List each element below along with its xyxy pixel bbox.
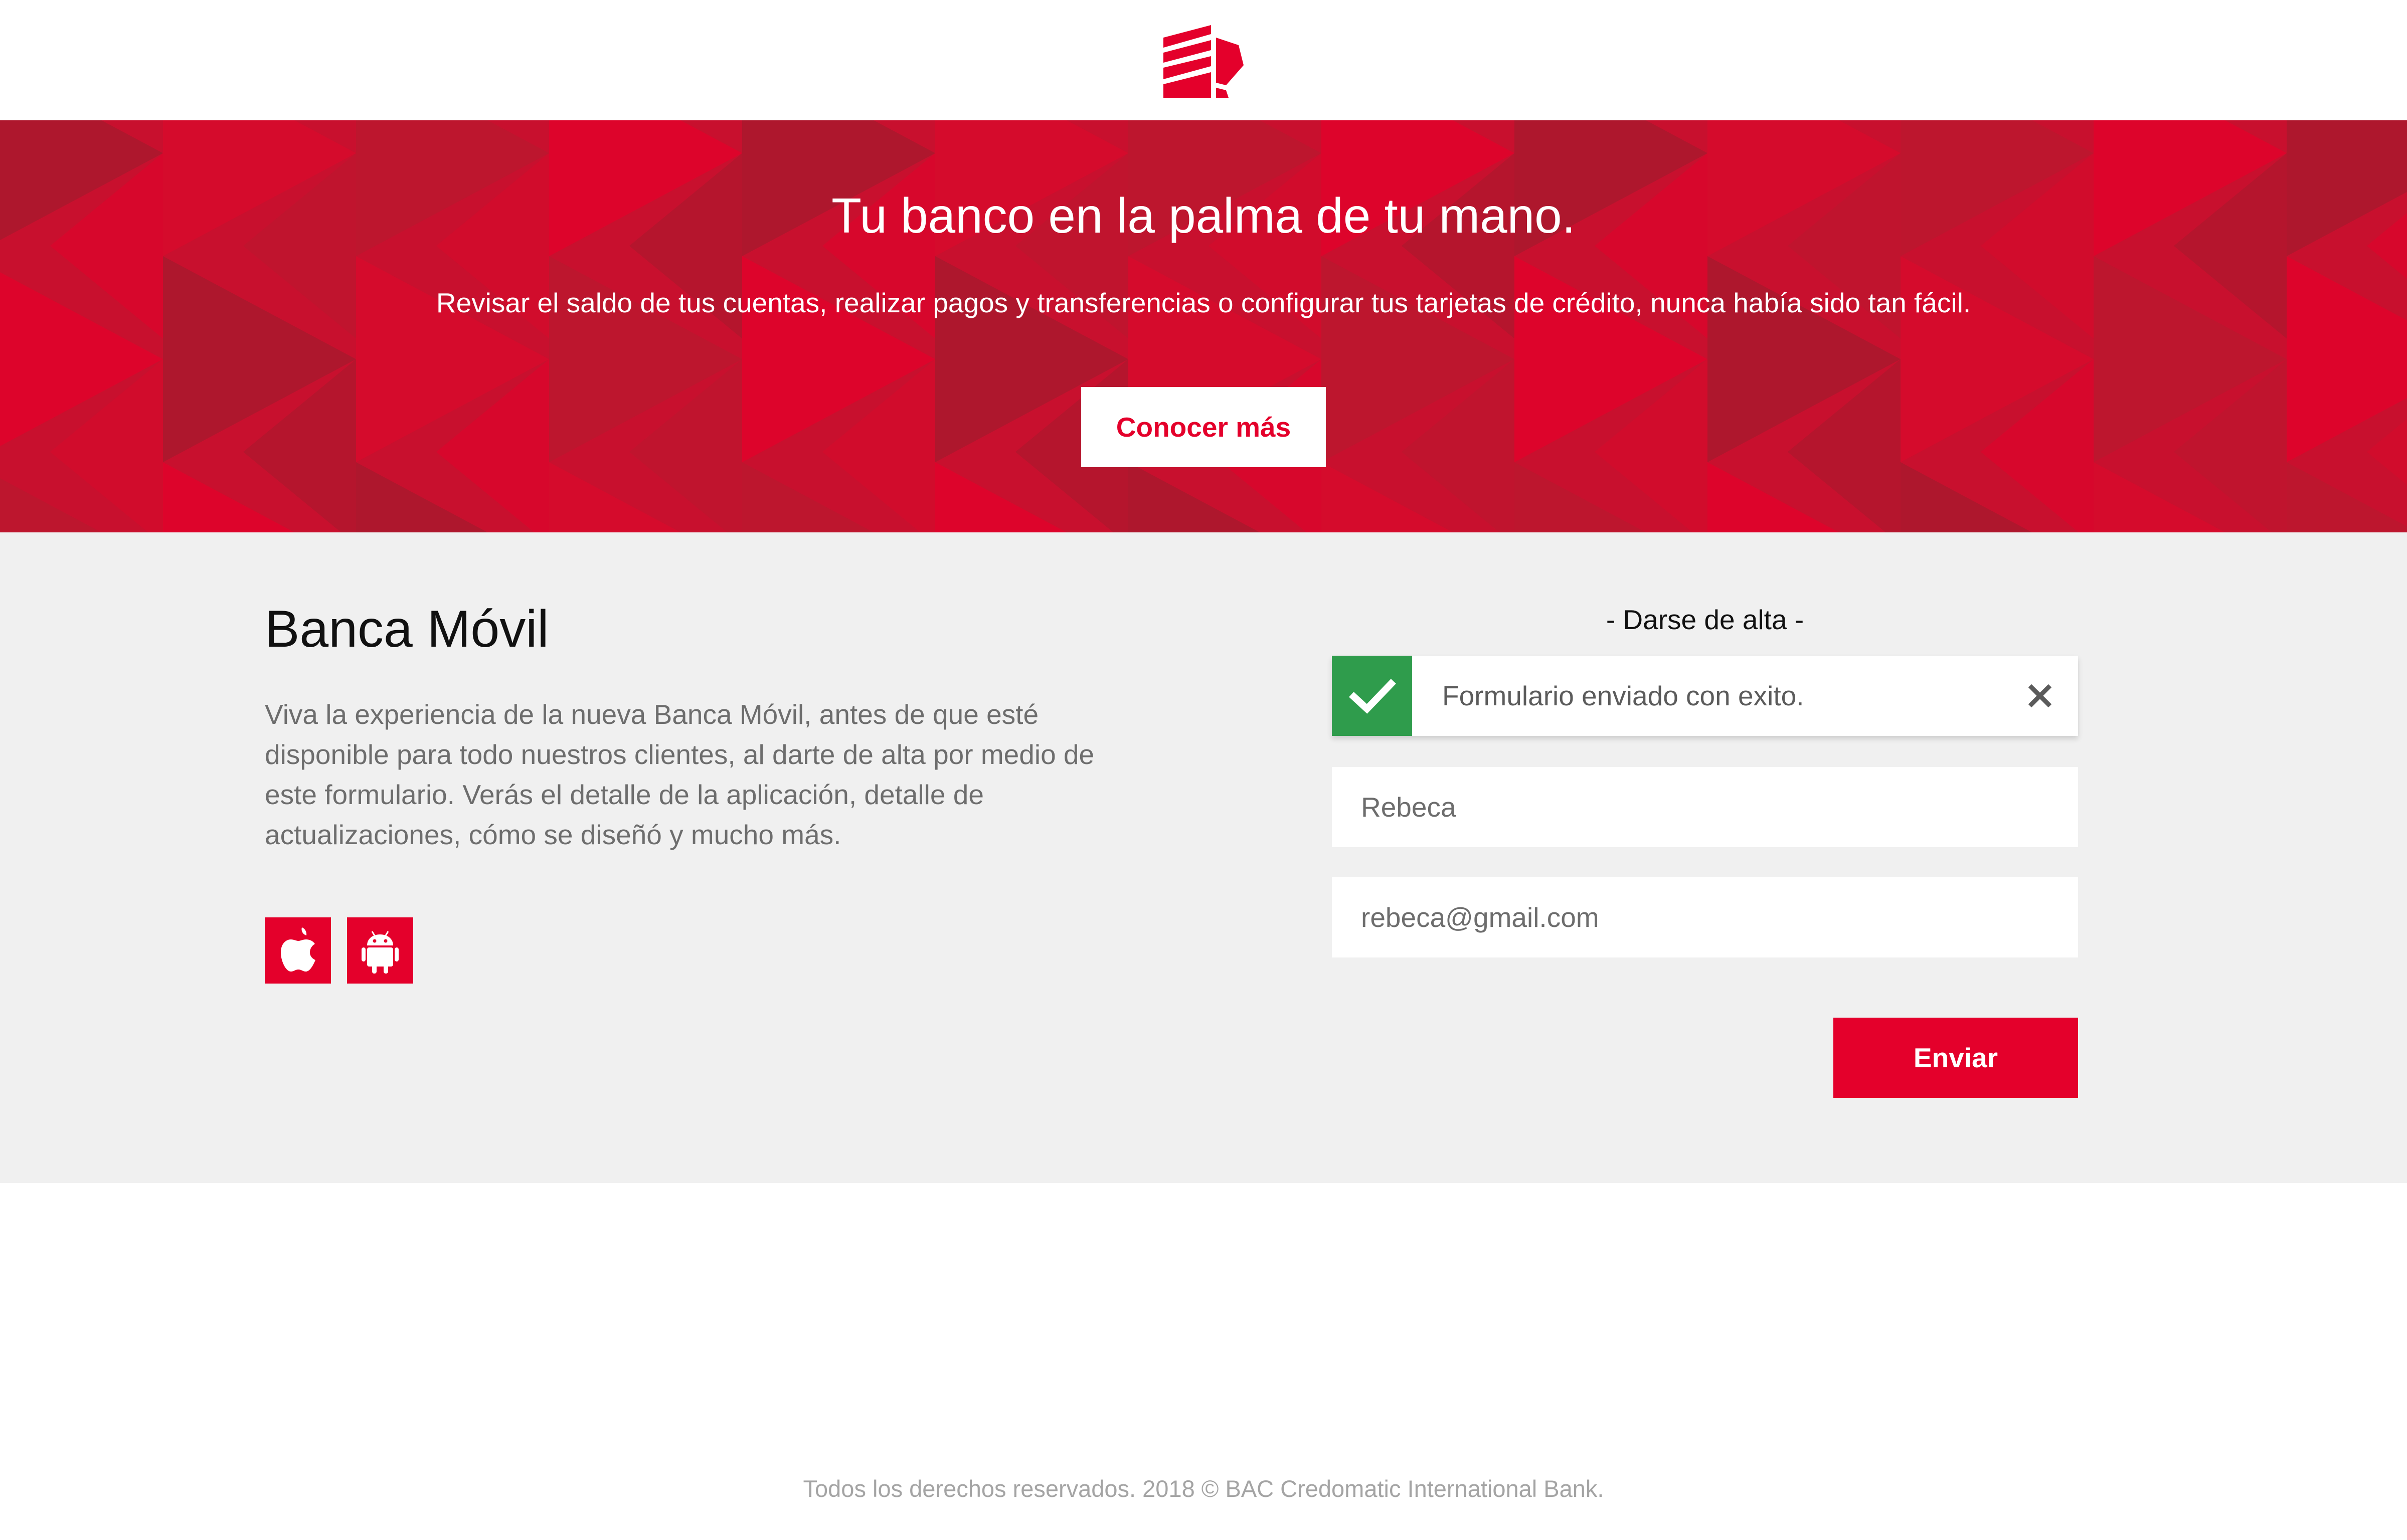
section-title: Banca Móvil — [265, 600, 549, 658]
learn-more-button[interactable]: Conocer más — [1081, 387, 1326, 467]
signup-form-heading: - Darse de alta - — [1606, 604, 1804, 635]
hero-pattern-triangle — [2287, 462, 2407, 532]
hero-pattern — [0, 120, 2407, 532]
name-field[interactable] — [1332, 767, 2078, 847]
submit-button[interactable]: Enviar — [1833, 1018, 2078, 1098]
footer-copyright: Todos los derechos reservados. 2018 © BA… — [803, 1475, 1604, 1502]
hero-subtitle: Revisar el saldo de tus cuentas, realiza… — [436, 287, 1971, 318]
hero-title: Tu banco en la palma de tu mano. — [831, 188, 1576, 243]
alert-message: Formulario enviado con exito. — [1442, 680, 1804, 711]
section-description: Viva la experiencia de la nueva Banca Mó… — [265, 699, 1095, 850]
checkmark-icon — [1332, 656, 1412, 736]
android-icon — [362, 931, 399, 974]
site-header — [0, 0, 2407, 120]
google-play-button[interactable] — [347, 917, 413, 984]
apple-icon — [281, 927, 315, 972]
bank-logo-icon[interactable] — [1163, 25, 1244, 98]
success-alert: Formulario enviado con exito. — [1332, 656, 2078, 736]
close-icon[interactable] — [2018, 674, 2062, 718]
email-field[interactable] — [1332, 877, 2078, 957]
app-store-button[interactable] — [265, 917, 331, 984]
hero-banner — [0, 120, 2407, 532]
